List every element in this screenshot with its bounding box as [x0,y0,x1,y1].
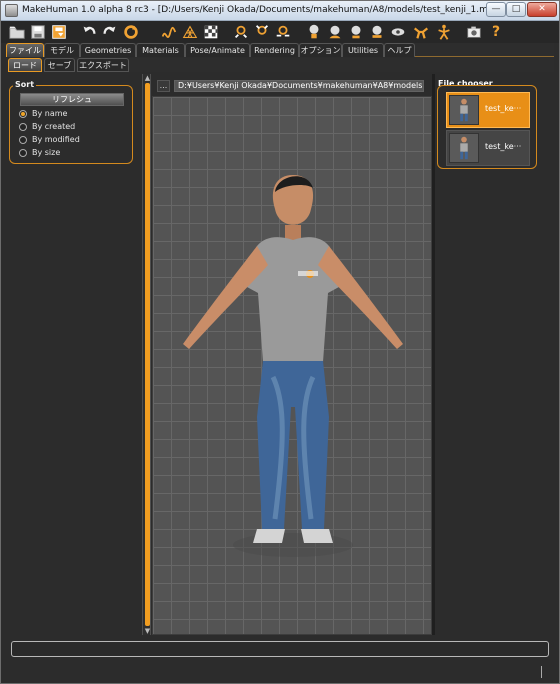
viewport-right-border [432,74,435,635]
right-view-icon[interactable] [304,22,324,42]
3d-viewport[interactable] [152,96,432,635]
tab-pose-animate[interactable]: Pose/Animate [185,43,250,57]
subtab-load[interactable]: ロード [8,58,42,72]
file-name: test_ke··· [485,104,522,113]
slider-track[interactable] [145,83,150,626]
tab-options[interactable]: オプション [299,43,342,57]
file-chooser-panel: test_ke··· test_ke··· [437,85,537,169]
close-button[interactable]: ✕ [527,2,557,17]
file-item-2[interactable]: test_ke··· [446,130,530,166]
smooth-icon[interactable] [159,22,179,42]
pose-icon[interactable] [388,22,408,42]
bottom-view-icon[interactable] [346,22,366,42]
file-subtabs: ロード セーブ エクスポート [6,58,554,72]
export-icon[interactable] [49,22,69,42]
help-question-icon[interactable]: ? [486,22,506,42]
folder-icon[interactable] [7,22,27,42]
camera-icon[interactable] [464,22,484,42]
refresh-button[interactable]: リフレシュ [20,93,124,106]
screenshot-icon[interactable] [434,22,454,42]
radio-icon [19,136,27,144]
subtab-save[interactable]: セーブ [44,58,75,72]
tab-model[interactable]: モデル [44,43,80,57]
reset-icon[interactable] [121,22,141,42]
vertical-slider[interactable]: ▲ ▼ [142,74,151,635]
maximize-button[interactable]: □ [506,2,526,17]
main-tabs: ファイル モデル Geometries Materials Pose/Anima… [6,43,554,57]
sort-option-label: By size [32,148,61,157]
path-row: ... D:¥Users¥Kenji Okada¥Documents¥makeh… [157,80,427,93]
app-icon [5,4,18,17]
sort-by-size-option[interactable]: By size [19,147,129,159]
makehuman-window: MakeHuman 1.0 alpha 8 rc3 - [D:/Users/Ke… [0,0,560,684]
tab-utilities[interactable]: Utilities [342,43,384,57]
file-item-1[interactable]: test_ke··· [446,92,530,128]
browse-button[interactable]: ... [157,80,170,92]
sort-option-label: By name [32,109,68,118]
tab-file[interactable]: ファイル [6,43,44,57]
resize-grip[interactable] [541,666,542,678]
model-thumbnail [449,95,479,125]
redo-icon[interactable] [100,22,120,42]
human-model-preview [183,175,403,557]
sort-panel: Sort リフレシュ By name By created By modifie… [9,80,133,164]
sort-by-name-option[interactable]: By name [19,108,129,120]
file-name: test_ke··· [485,142,522,151]
top-view-icon[interactable] [325,22,345,42]
save-icon[interactable] [28,22,48,42]
left-view-icon[interactable] [273,22,293,42]
path-field[interactable]: D:¥Users¥Kenji Okada¥Documents¥makehuman… [174,80,424,92]
status-bar [11,641,549,657]
tab-materials[interactable]: Materials [136,43,185,57]
tab-help[interactable]: ヘルプ [384,43,415,57]
radio-checked-icon [19,110,27,118]
reset-camera-icon[interactable] [367,22,387,42]
checker-icon[interactable] [201,22,221,42]
model-thumbnail [449,133,479,163]
minimize-button[interactable]: — [486,2,506,17]
slider-up-icon[interactable]: ▲ [143,74,152,82]
tab-geometries[interactable]: Geometries [80,43,136,57]
tab-rendering[interactable]: Rendering [250,43,299,57]
sort-by-created-option[interactable]: By created [19,121,129,133]
back-view-icon[interactable] [252,22,272,42]
wireframe-icon[interactable] [180,22,200,42]
window-title: MakeHuman 1.0 alpha 8 rc3 - [D:/Users/Ke… [22,5,506,15]
help-icon[interactable] [411,22,431,42]
sort-by-modified-option[interactable]: By modified [19,134,129,146]
main-toolbar: ? [1,21,559,43]
title-bar: MakeHuman 1.0 alpha 8 rc3 - [D:/Users/Ke… [1,1,559,21]
subtab-export[interactable]: エクスポート [77,58,129,72]
sort-option-label: By modified [32,135,80,144]
sort-title: Sort [13,80,37,89]
undo-icon[interactable] [79,22,99,42]
front-view-icon[interactable] [231,22,251,42]
slider-down-icon[interactable]: ▼ [143,627,152,635]
sort-option-label: By created [32,122,76,131]
radio-icon [19,149,27,157]
radio-icon [19,123,27,131]
